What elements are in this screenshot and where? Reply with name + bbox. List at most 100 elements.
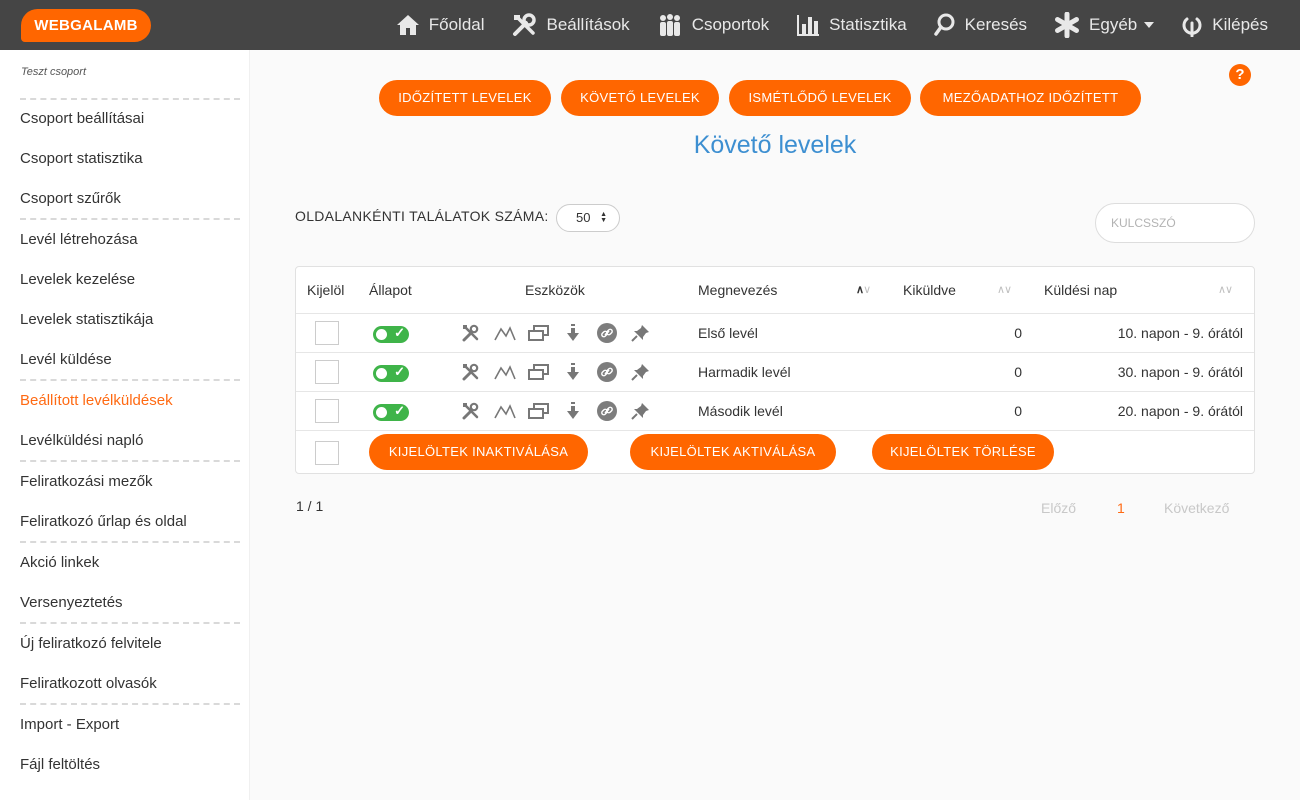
tab-follow-up-letters[interactable]: KÖVETŐ LEVELEK <box>561 80 719 116</box>
pagination-prev[interactable]: Előző <box>1041 500 1076 516</box>
sidebar-item-create-letter[interactable]: Levél létrehozása <box>20 231 138 248</box>
sidebar-item-sending-log[interactable]: Levélküldési napló <box>20 432 143 449</box>
download-icon[interactable] <box>562 361 584 383</box>
brand-logo[interactable]: WEBGALAMB <box>21 9 151 42</box>
sidebar-item-scheduled-sendings[interactable]: Beállított levélküldések <box>20 392 173 409</box>
pagination-current-page[interactable]: 1 <box>1117 500 1125 516</box>
nav-item-groups[interactable]: Csoportok <box>657 13 769 37</box>
copy-icon[interactable] <box>528 361 550 383</box>
nav-item-statistics[interactable]: Statisztika <box>796 13 907 37</box>
nav-label: Statisztika <box>829 15 907 34</box>
tab-field-scheduled[interactable]: MEZŐADATHOZ IDŐZÍTETT <box>920 80 1141 116</box>
sidebar-item-group-filters[interactable]: Csoport szűrők <box>20 190 121 207</box>
sidebar-item-letter-statistics[interactable]: Levelek statisztikája <box>20 311 153 328</box>
sidebar-item-action-links[interactable]: Akció linkek <box>20 554 99 571</box>
delete-selected-button[interactable]: KIJELÖLTEK TÖRLÉSE <box>872 434 1054 470</box>
nav-item-search[interactable]: Keresés <box>933 13 1027 37</box>
page-title: Követő levelek <box>693 131 857 159</box>
sent-count: 0 <box>1014 364 1022 380</box>
send-day: 10. napon - 9. órától <box>1117 325 1243 341</box>
sidebar-item-ab-testing[interactable]: Versenyeztetés <box>20 594 123 611</box>
asterisk-icon <box>1055 12 1080 38</box>
column-header-send-day[interactable]: Küldési nap <box>1044 282 1117 298</box>
table-row: ✓ Második levél 0 20. napon - 9. órától <box>296 392 1254 431</box>
sidebar-item-subscribe-form[interactable]: Feliratkozó űrlap és oldal <box>20 513 187 530</box>
link-icon[interactable] <box>596 361 618 383</box>
row-checkbox[interactable] <box>315 399 339 423</box>
per-page-label: OLDALANKÉNTI TALÁLATOK SZÁMA: <box>295 208 549 224</box>
search-input[interactable] <box>1095 203 1255 243</box>
sidebar-divider <box>20 460 240 462</box>
column-header-sent[interactable]: Kiküldve <box>903 282 956 298</box>
sidebar-divider <box>20 703 240 705</box>
power-icon <box>1182 17 1202 37</box>
main-nav: Főoldal Beállítások Csoportok Statisztik… <box>369 0 1268 50</box>
row-checkbox[interactable] <box>315 321 339 345</box>
sidebar-divider <box>20 622 240 624</box>
deactivate-selected-button[interactable]: KIJELÖLTEK INAKTIVÁLÁSA <box>369 434 588 470</box>
nav-item-home[interactable]: Főoldal <box>396 14 485 36</box>
per-page-select[interactable]: 50 ▲ ▼ <box>556 204 620 232</box>
pin-icon[interactable] <box>630 322 652 344</box>
settings-tools-icon[interactable] <box>460 322 482 344</box>
letters-table: Kijelöl Állapot Eszközök Megnevezés ∧∨ K… <box>295 266 1255 474</box>
tab-scheduled-letters[interactable]: IDŐZÍTETT LEVELEK <box>379 80 551 116</box>
nav-item-other[interactable]: Egyéb <box>1054 12 1155 38</box>
send-day: 30. napon - 9. órától <box>1117 364 1243 380</box>
settings-tools-icon[interactable] <box>460 361 482 383</box>
nav-item-settings[interactable]: Beállítások <box>512 13 630 37</box>
nav-item-logout[interactable]: Kilépés <box>1181 13 1268 37</box>
sidebar-item-subscribed-readers[interactable]: Feliratkozott olvasók <box>20 675 157 692</box>
download-icon[interactable] <box>562 322 584 344</box>
letter-name[interactable]: Második levél <box>698 403 783 419</box>
column-header-name[interactable]: Megnevezés <box>698 282 777 298</box>
status-toggle[interactable]: ✓ <box>373 403 409 421</box>
sidebar-item-import-export[interactable]: Import - Export <box>20 716 119 733</box>
select-all-checkbox[interactable] <box>315 441 339 465</box>
sidebar-item-group-statistics[interactable]: Csoport statisztika <box>20 150 143 167</box>
sidebar-item-send-letter[interactable]: Levél küldése <box>20 351 112 368</box>
home-icon <box>396 15 419 35</box>
pagination-next[interactable]: Következő <box>1164 500 1229 516</box>
sort-name-icon[interactable]: ∧∨ <box>856 283 871 296</box>
top-navbar: WEBGALAMB Főoldal Beállítások Csoportok … <box>0 0 1300 50</box>
tab-recurring-letters[interactable]: ISMÉTLŐDŐ LEVELEK <box>729 80 911 116</box>
statistics-line-icon[interactable] <box>494 361 516 383</box>
sort-send-day-icon[interactable]: ∧∨ <box>1218 283 1233 296</box>
pin-icon[interactable] <box>630 400 652 422</box>
download-icon[interactable] <box>562 400 584 422</box>
help-icon[interactable]: ? <box>1229 64 1251 86</box>
column-header-status: Állapot <box>369 282 412 298</box>
main-content: ? IDŐZÍTETT LEVELEK KÖVETŐ LEVELEK ISMÉT… <box>250 50 1300 800</box>
sidebar-item-file-upload[interactable]: Fájl feltöltés <box>20 756 100 773</box>
row-checkbox[interactable] <box>315 360 339 384</box>
sidebar: Teszt csoport Csoport beállításai Csopor… <box>0 50 250 800</box>
copy-icon[interactable] <box>528 400 550 422</box>
bar-chart-icon <box>797 15 820 36</box>
settings-tools-icon[interactable] <box>460 400 482 422</box>
copy-icon[interactable] <box>528 322 550 344</box>
sidebar-item-subscription-fields[interactable]: Feliratkozási mezők <box>20 473 153 490</box>
status-toggle[interactable]: ✓ <box>373 364 409 382</box>
nav-label: Csoportok <box>691 15 770 34</box>
status-toggle[interactable]: ✓ <box>373 325 409 343</box>
table-row: ✓ Első levél 0 10. napon - 9. órától <box>296 314 1254 353</box>
letter-name[interactable]: Első levél <box>698 325 758 341</box>
sort-arrows-icon: ▲ ▼ <box>600 211 607 224</box>
link-icon[interactable] <box>596 322 618 344</box>
statistics-line-icon[interactable] <box>494 400 516 422</box>
letter-name[interactable]: Harmadik levél <box>698 364 791 380</box>
nav-label: Kilépés <box>1212 15 1268 34</box>
send-day: 20. napon - 9. órától <box>1117 403 1243 419</box>
sidebar-item-group-settings[interactable]: Csoport beállításai <box>20 110 144 127</box>
sidebar-divider <box>20 98 240 100</box>
sidebar-divider <box>20 541 240 543</box>
link-icon[interactable] <box>596 400 618 422</box>
sidebar-item-manage-letters[interactable]: Levelek kezelése <box>20 271 135 288</box>
sort-sent-icon[interactable]: ∧∨ <box>997 283 1012 296</box>
search-icon <box>933 13 955 36</box>
statistics-line-icon[interactable] <box>494 322 516 344</box>
activate-selected-button[interactable]: KIJELÖLTEK AKTIVÁLÁSA <box>630 434 836 470</box>
pin-icon[interactable] <box>630 361 652 383</box>
sidebar-item-new-subscriber[interactable]: Új feliratkozó felvitele <box>20 635 162 652</box>
